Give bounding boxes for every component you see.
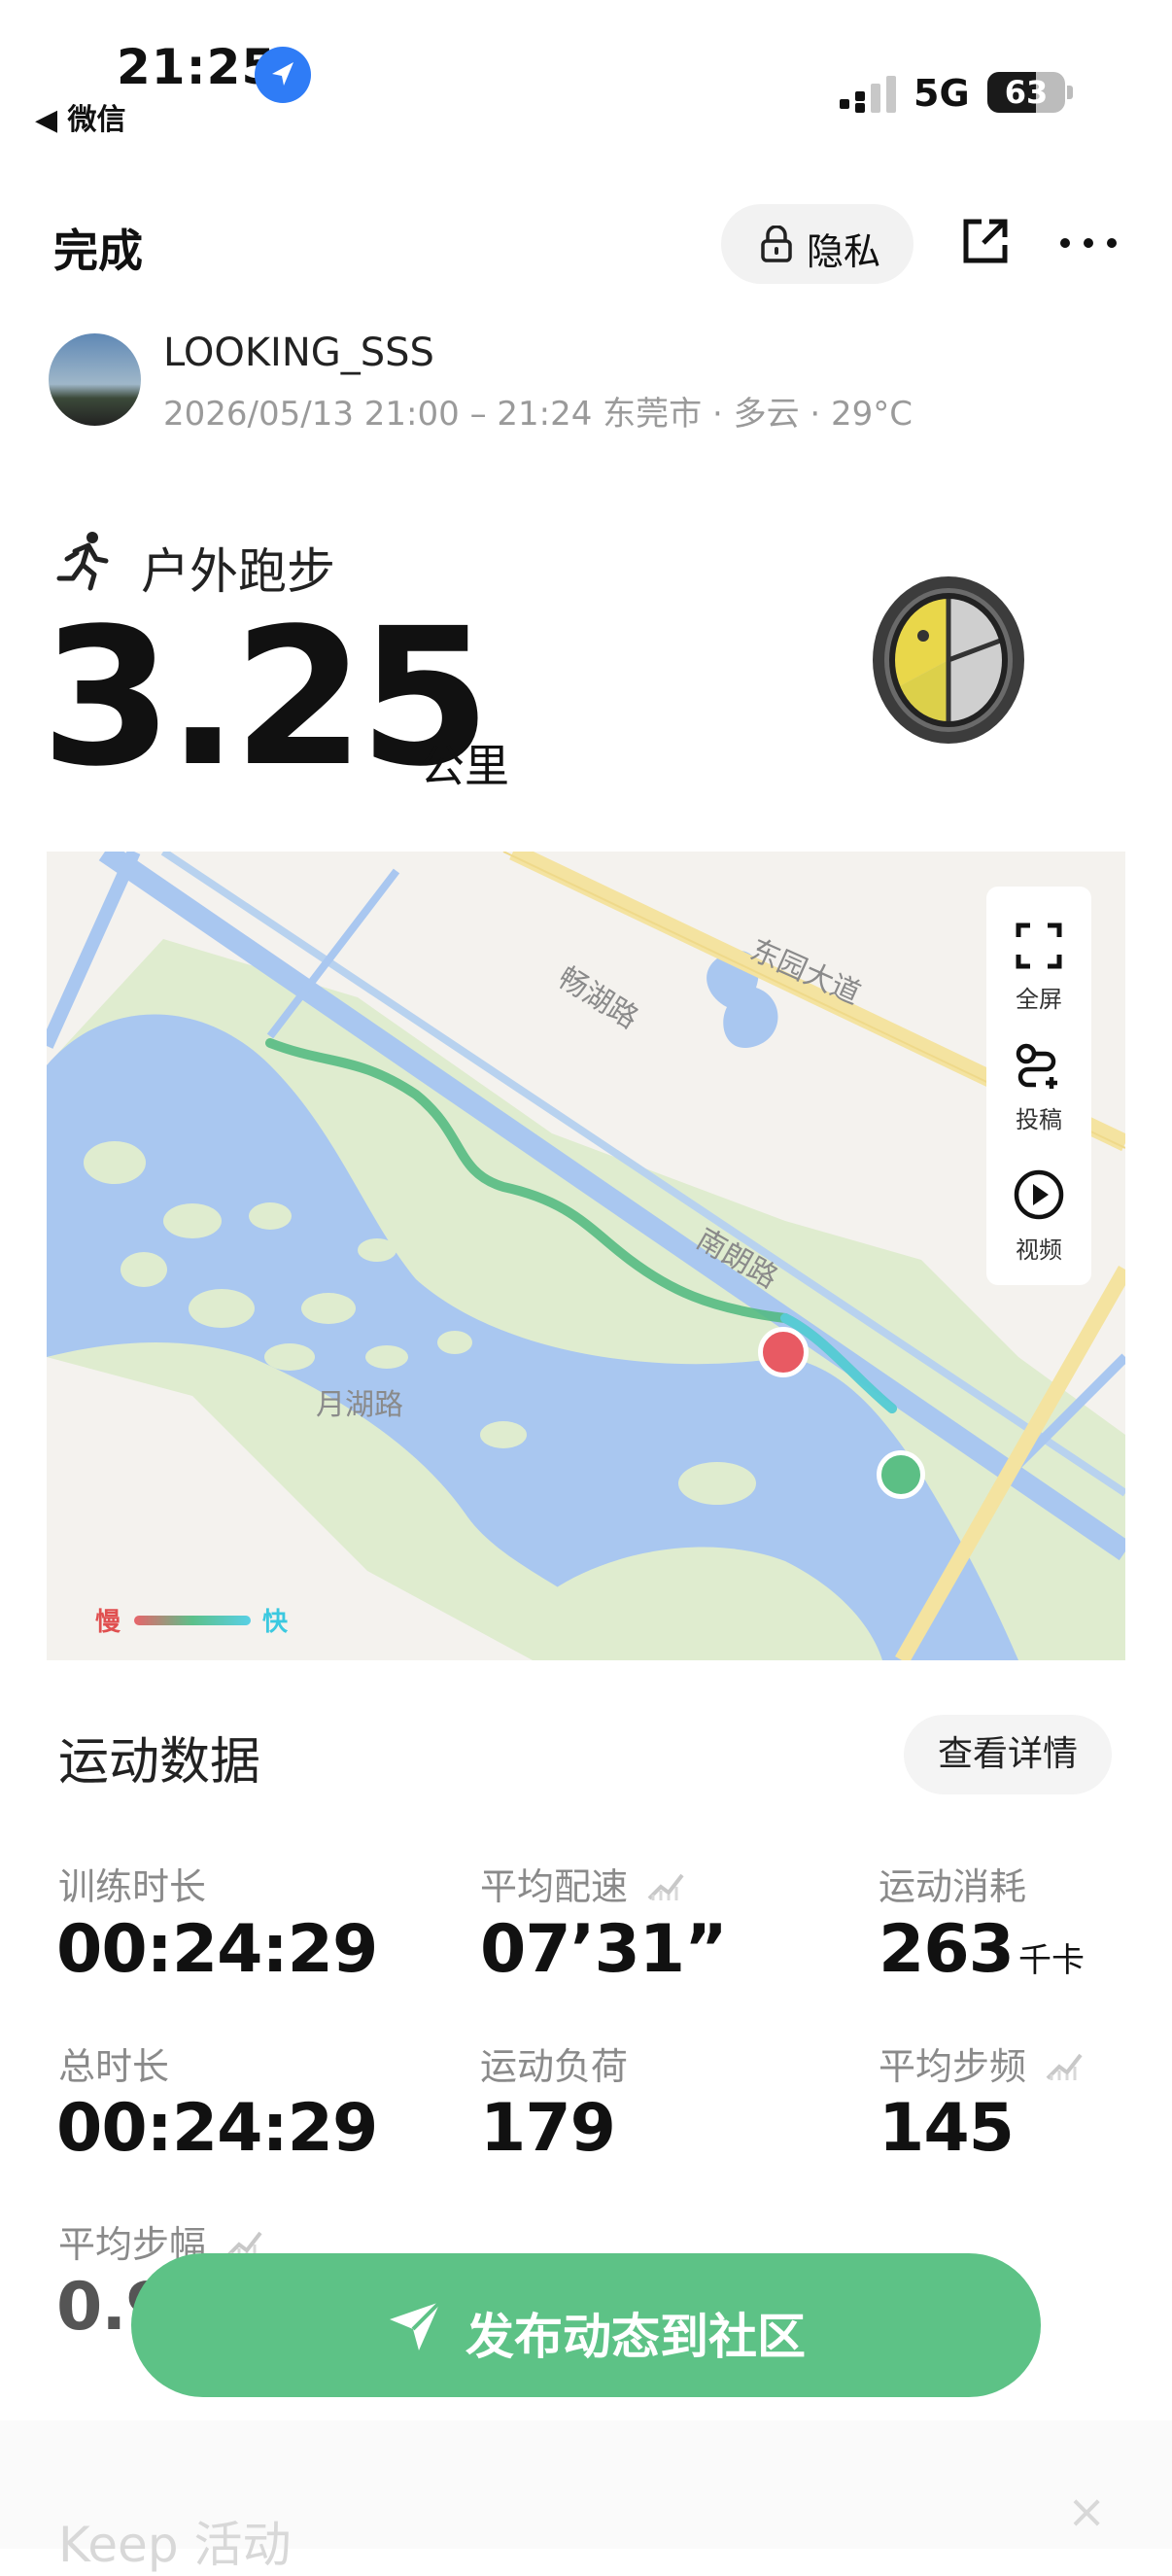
avg-pace-label: 平均配速 [480,1865,629,1908]
close-icon[interactable]: × [1067,2485,1106,2539]
end-marker [758,1327,809,1377]
stat-label-training-load: 运动负荷 [480,2045,629,2088]
publish-to-community-button[interactable]: 发布动态到社区 [131,2253,1041,2397]
distance-unit: 公里 [420,740,509,792]
fullscreen-label: 全屏 [1016,986,1062,1013]
start-marker [877,1450,925,1499]
activity-meta: 2026/05/13 21:00 – 21:24 东莞市 · 多云 · 29°C [163,395,913,434]
play-video-icon [1014,1169,1064,1220]
stat-label-total-time: 总时长 [58,2045,170,2088]
stat-value-calories: 263 [879,1911,1015,1988]
video-tool[interactable]: 视频 [986,1168,1091,1265]
share-external-icon[interactable] [960,216,1011,270]
stat-label-calories: 运动消耗 [879,1865,1027,1908]
pace-legend-bar [134,1616,251,1625]
keep-activity-text: Keep 活动 [58,2517,292,2573]
network-type: 5G [913,72,970,115]
fullscreen-icon [1016,922,1062,969]
stat-label-training-time: 训练时长 [58,1865,207,1908]
running-icon [53,530,114,596]
username: LOOKING_SSS [163,331,434,375]
battery-tip [1067,86,1073,99]
distance-value: 3.25 [41,587,491,808]
fullscreen-tool[interactable]: 全屏 [986,922,1091,1014]
achievement-badge-icon[interactable] [865,572,1032,748]
stat-value-avg-pace: 07’31” [480,1911,728,1988]
route-submit-icon [1016,1043,1057,1089]
done-button[interactable]: 完成 [53,216,143,280]
stats-title: 运动数据 [58,1733,261,1792]
avatar[interactable] [49,333,141,426]
video-label: 视频 [1016,1236,1062,1264]
view-details-button[interactable]: 查看详情 [904,1715,1112,1794]
stat-label-avg-pace: 平均配速 [480,1857,686,1911]
stat-value-training-time: 00:24:29 [56,1911,378,1988]
trend-chart-icon[interactable] [1046,2048,1085,2091]
battery-indicator: 63 [987,72,1065,113]
battery-percent: 63 [1004,74,1049,111]
stat-value-total-time: 00:24:29 [56,2090,378,2167]
stat-unit-calories: 千卡 [1018,1941,1086,1980]
stat-value-training-load: 179 [480,2090,616,2167]
cadence-label: 平均步频 [879,2045,1027,2088]
location-arrow-icon [255,47,311,103]
trend-chart-icon[interactable] [647,1868,686,1911]
publish-label: 发布动态到社区 [465,2309,806,2365]
stat-calories-group: 263 千卡 [879,1911,1085,1988]
privacy-label: 隐私 [807,230,881,273]
map-toolbar: 全屏 投稿 视频 [986,887,1091,1285]
privacy-button[interactable]: 隐私 [721,204,913,284]
back-to-wechat-link[interactable]: ◀ 微信 [35,95,126,138]
legend-fast: 快 [262,1608,289,1637]
more-dots-icon[interactable] [1059,216,1118,270]
lock-icon [760,225,793,266]
submit-route-tool[interactable]: 投稿 [986,1042,1091,1134]
send-plane-icon [386,2296,444,2358]
signal-icon [838,76,900,119]
status-time: 21:25 [117,39,277,95]
road-label-yuehu: 月湖路 [316,1388,403,1422]
legend-slow: 慢 [95,1608,121,1637]
stat-value-cadence: 145 [879,2090,1015,2167]
submit-route-label: 投稿 [1016,1106,1062,1133]
stat-label-cadence: 平均步频 [879,2036,1085,2091]
